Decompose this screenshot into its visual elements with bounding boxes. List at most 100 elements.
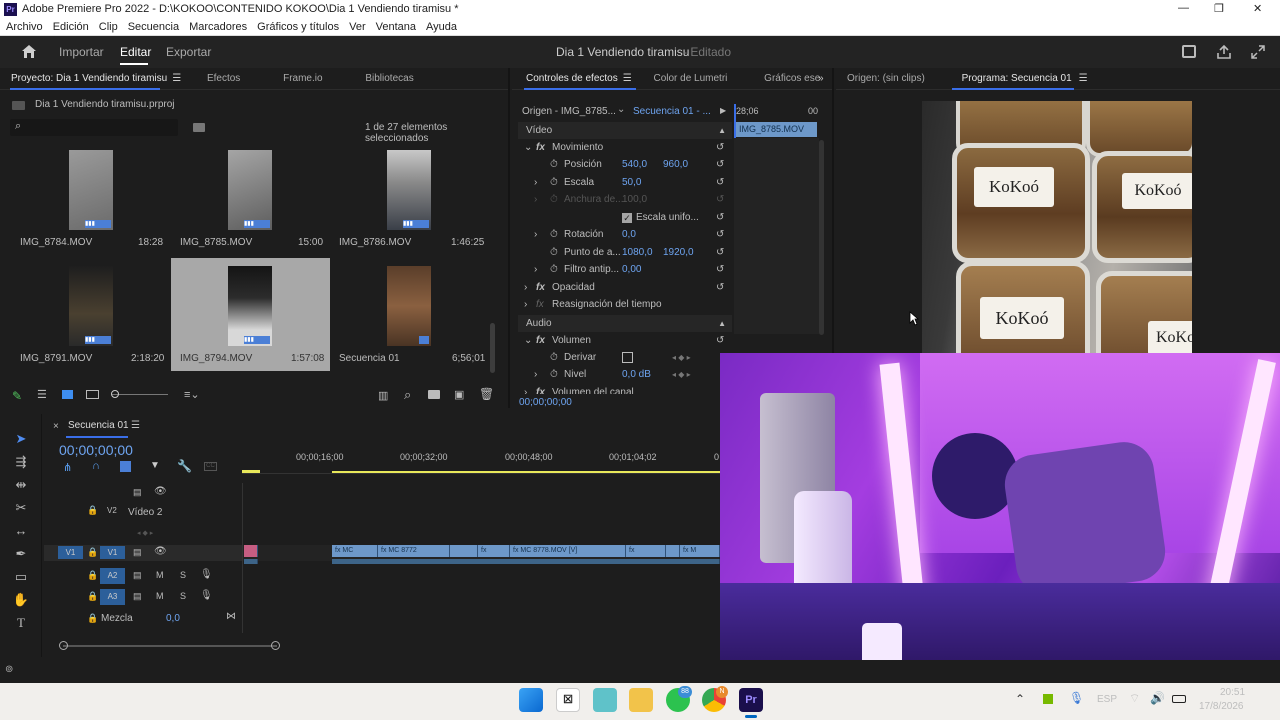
track-v2-label[interactable]: V2 (107, 506, 117, 515)
project-item-4[interactable]: ▮▮▮ IMG_8791.MOV 2:18:20 (10, 258, 170, 371)
tab-importar[interactable]: Importar (59, 45, 104, 59)
time-remap-row[interactable]: › fx Reasignación del tiempo (520, 296, 730, 313)
timeline-horizontal-scrollbar[interactable] (63, 645, 277, 647)
anti-flicker-value[interactable]: 0,00 (622, 261, 641, 278)
premiere-taskbar-icon[interactable]: Pr (739, 688, 763, 712)
playhead-marker[interactable] (242, 470, 260, 473)
reset-icon[interactable]: ↺ (716, 244, 724, 261)
automate-to-sequence-icon[interactable]: ▥ (378, 389, 388, 402)
selection-tool-icon[interactable]: ➤ (10, 431, 32, 447)
mute-button[interactable]: M (156, 570, 164, 580)
zoom-slider-handle[interactable] (111, 390, 119, 398)
uniform-scale-row[interactable]: ✓ Escala unifo... ↺ (520, 209, 730, 226)
add-marker-icon[interactable]: ▼ (150, 460, 160, 471)
uniform-scale-checkbox[interactable]: ✓ (622, 213, 632, 223)
razor-tool-icon[interactable]: ✂ (10, 500, 32, 516)
stopwatch-icon[interactable]: ⏱ (550, 366, 558, 383)
lock-icon[interactable]: 🔒 (87, 591, 98, 602)
source-clip-dropdown[interactable]: Origen - IMG_8785... (522, 106, 616, 117)
scrollbar-handle-left[interactable] (59, 641, 68, 650)
tab-program-monitor[interactable]: Programa: Secuencia 01 (951, 68, 1083, 90)
file-explorer-icon[interactable] (629, 688, 653, 712)
close-button[interactable]: ✕ (1253, 2, 1262, 15)
tab-exportar[interactable]: Exportar (166, 45, 211, 59)
expand-chevron-icon[interactable]: › (534, 366, 537, 383)
collapse-icon[interactable]: ▲ (718, 122, 726, 139)
stopwatch-icon[interactable]: ⏱ (550, 349, 558, 366)
timeline-menu-icon[interactable]: ☰ (131, 420, 140, 431)
magnet-icon[interactable]: ∩ (92, 460, 100, 472)
home-icon[interactable] (21, 44, 37, 59)
linked-selection-icon[interactable] (120, 461, 131, 472)
menu-edicion[interactable]: Edición (53, 21, 89, 33)
stopwatch-icon[interactable]: ⏱ (550, 174, 558, 191)
delete-icon[interactable]: 🗑 (479, 387, 494, 401)
project-menu-icon[interactable]: ☰ (172, 73, 181, 84)
tab-source-monitor[interactable]: Origen: (sin clips) (836, 68, 936, 90)
mix-value[interactable]: 0,0 (166, 613, 180, 624)
tab-sequence[interactable]: Secuencia 01 (68, 420, 129, 431)
monitor-menu-icon[interactable]: ☰ (1079, 73, 1088, 84)
level-row[interactable]: › ⏱ Nivel 0,0 dB ◂ ◆ ▸ (520, 366, 730, 383)
lock-icon[interactable]: 🔒 (87, 547, 98, 558)
track-a3-target[interactable]: A3 (100, 589, 125, 605)
sync-icon[interactable]: ▤ (133, 547, 142, 558)
chevron-up-icon[interactable]: ⌃ (1015, 692, 1025, 706)
list-view-icon[interactable]: ☰ (37, 388, 47, 401)
captions-icon[interactable]: CC (204, 462, 217, 471)
project-item-5-selected[interactable]: ▮▮▮ IMG_8794.MOV 1:57:08 (171, 258, 330, 371)
scale-row[interactable]: › ⏱ Escala 50,0 ↺ (520, 174, 730, 191)
rectangle-tool-icon[interactable]: ▭ (10, 569, 32, 585)
new-bin-icon[interactable] (428, 390, 440, 399)
video-clip[interactable]: fx (626, 545, 666, 557)
menu-ventana[interactable]: Ventana (376, 21, 416, 33)
video-clip[interactable] (450, 545, 478, 557)
play-icon[interactable]: ▶ (720, 106, 726, 115)
volume-row[interactable]: ⌄ fx Volumen ↺ (520, 332, 730, 349)
level-value[interactable]: 0,0 dB (622, 366, 651, 383)
lock-icon[interactable]: 🔒 (87, 613, 98, 624)
sync-icon[interactable]: ▤ (133, 591, 142, 602)
motion-row[interactable]: ⌄ fx Movimiento ↺ (520, 139, 730, 156)
video-clip[interactable] (666, 545, 680, 557)
go-to-edit-icon[interactable]: ⋈ (226, 611, 236, 622)
expand-chevron-icon[interactable]: › (534, 261, 537, 278)
keyframe-nav-icon[interactable]: ◂ ◆ ▸ (137, 529, 153, 537)
expand-chevron-icon[interactable]: › (534, 174, 537, 191)
stopwatch-icon[interactable]: ⏱ (550, 244, 558, 261)
track-v1-target[interactable]: V1 (100, 546, 125, 559)
workspaces-icon[interactable] (1182, 45, 1196, 58)
reset-icon[interactable]: ↺ (716, 156, 724, 173)
eye-icon[interactable]: 👁 (154, 546, 167, 557)
pen-tool-icon[interactable]: ✒ (10, 546, 32, 562)
source-v1-patch[interactable]: V1 (58, 546, 83, 559)
tab-lumetri[interactable]: Color de Lumetri (642, 68, 738, 90)
reset-icon[interactable]: ↺ (716, 139, 724, 156)
project-item-2[interactable]: ▮▮▮ IMG_8785.MOV 15:00 (170, 145, 330, 257)
program-video-frame[interactable]: KoKoó KoKoó KoKoó KoKoó (922, 101, 1192, 353)
wrench-icon[interactable]: 🔧 (177, 459, 192, 473)
expand-chevron-icon[interactable]: › (524, 384, 527, 394)
tab-project[interactable]: Proyecto: Dia 1 Vendiendo tiramisu (0, 68, 178, 90)
new-item-icon[interactable]: ▣ (454, 388, 464, 401)
video-clip[interactable]: fx M (680, 545, 720, 557)
reset-icon[interactable]: ↺ (716, 261, 724, 278)
timeline-timecode[interactable]: 00;00;00;00 (59, 442, 133, 458)
freeform-view-icon[interactable] (86, 390, 99, 399)
tab-bibliotecas[interactable]: Bibliotecas (354, 68, 424, 90)
eye-icon[interactable]: 👁 (154, 486, 167, 497)
menu-graficos[interactable]: Gráficos y títulos (257, 21, 339, 33)
reset-icon[interactable]: ↺ (716, 332, 724, 349)
expand-chevron-icon[interactable]: › (534, 226, 537, 243)
project-item-6[interactable]: Secuencia 01 6;56;01 (330, 258, 490, 371)
zoom-slider[interactable] (112, 394, 168, 395)
channel-volume-row[interactable]: › fx Volumen del canal (520, 384, 730, 394)
microphone-tray-icon[interactable]: 🎙 (1069, 691, 1084, 705)
track-select-tool-icon[interactable]: ⇶ (10, 454, 32, 470)
effect-scrollbar[interactable] (819, 140, 824, 335)
notepad-icon[interactable] (593, 688, 617, 712)
hand-tool-icon[interactable]: ✋ (10, 592, 32, 608)
mute-button[interactable]: M (156, 591, 164, 601)
share-icon[interactable] (1216, 44, 1232, 60)
project-item-1[interactable]: ▮▮▮ IMG_8784.MOV 18:28 (10, 145, 170, 257)
